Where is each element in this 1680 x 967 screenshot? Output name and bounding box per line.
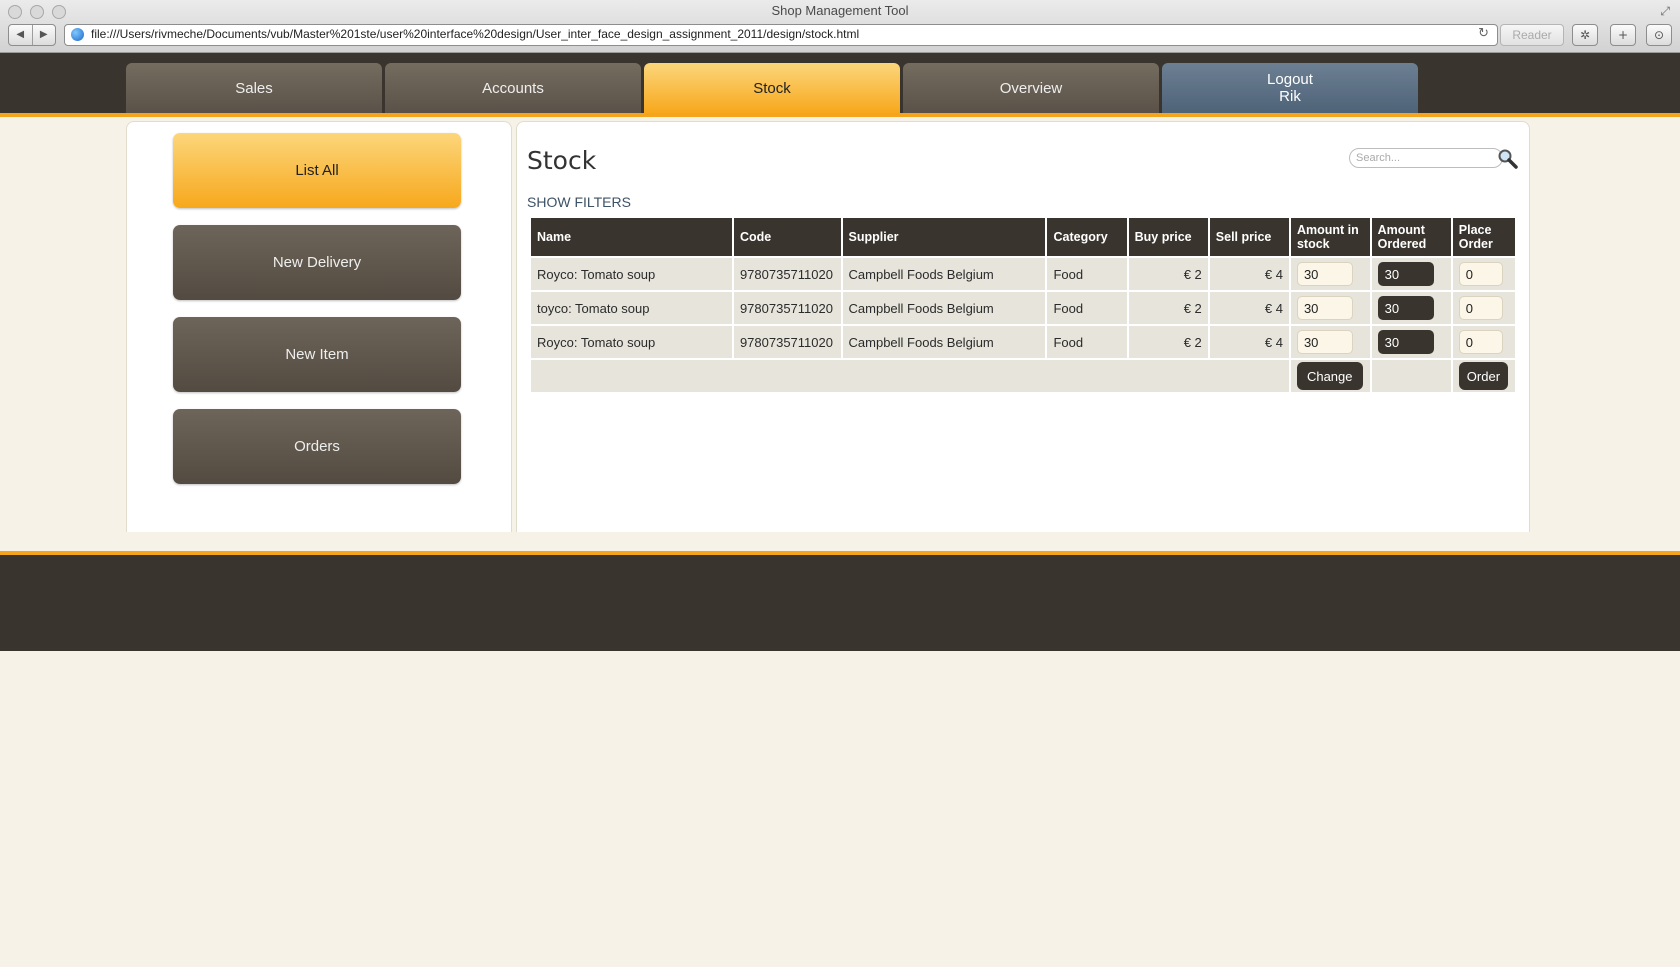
footer-bar (0, 551, 1680, 651)
show-filters-link[interactable]: SHOW FILTERS (527, 194, 631, 210)
col-place-order-line2: Order (1458, 237, 1493, 251)
place-order-input[interactable] (1458, 296, 1503, 320)
downloads-icon[interactable]: ⊙ (1646, 24, 1672, 46)
browser-toolbar: Shop Management Tool ⤢ ◀ ▶ file:///Users… (0, 0, 1680, 53)
col-place-order-line1: Place (1458, 223, 1492, 237)
main-nav-bar: Sales Accounts Stock Overview Logout Rik (0, 53, 1680, 117)
stock-table: Name Code Supplier Category Buy price Se… (529, 216, 1517, 394)
place-order-input[interactable] (1458, 262, 1503, 286)
cell-category: Food (1047, 326, 1127, 358)
cell-code: 9780735711020 (733, 326, 841, 358)
cell-sell-price: € 4 (1209, 326, 1289, 358)
cell-buy-price: € 2 (1128, 326, 1208, 358)
col-amount-ordered-line2: Ordered (1377, 237, 1427, 251)
window-title: Shop Management Tool (771, 3, 909, 18)
cell-order: Order (1452, 360, 1515, 392)
cell-stock (1290, 258, 1370, 290)
amount-ordered-input[interactable] (1377, 330, 1434, 354)
amount-in-stock-input[interactable] (1296, 296, 1353, 320)
cell-buy-price: € 2 (1128, 292, 1208, 324)
tab-overview[interactable]: Overview (903, 63, 1159, 113)
url-text: file:///Users/rivmeche/Documents/vub/Mas… (91, 27, 860, 41)
table-row: Royco: Tomato soup 9780735711020 Campbel… (531, 258, 1515, 290)
user-name: Rik (1279, 88, 1301, 105)
col-amount-ordered-line1: Amount (1377, 223, 1425, 237)
logout-label: Logout (1267, 71, 1313, 88)
cell-place-order (1452, 258, 1515, 290)
col-amount-ordered[interactable]: Amount Ordered (1371, 218, 1451, 256)
amount-in-stock-input[interactable] (1296, 262, 1353, 286)
cell-name: Royco: Tomato soup (531, 326, 732, 358)
cell-stock (1290, 326, 1370, 358)
tab-stock[interactable]: Stock (644, 63, 900, 113)
history-nav: ◀ ▶ (8, 24, 56, 46)
col-amount-in-stock-line1: Amount in (1296, 223, 1359, 237)
cell-ordered (1371, 292, 1451, 324)
back-arrow-icon[interactable]: ◀ (9, 25, 33, 45)
cell-name: Royco: Tomato soup (531, 258, 732, 290)
cell-supplier: Campbell Foods Belgium (842, 292, 1046, 324)
cell-ordered (1371, 326, 1451, 358)
logout-tab[interactable]: Logout Rik (1162, 63, 1418, 113)
reload-icon[interactable]: ↻ (1478, 26, 1489, 41)
amount-ordered-input[interactable] (1377, 262, 1434, 286)
col-amount-in-stock[interactable]: Amount in stock (1290, 218, 1370, 256)
extension-icon[interactable]: ✲ (1572, 24, 1598, 46)
cell-category: Food (1047, 258, 1127, 290)
table-header-row: Name Code Supplier Category Buy price Se… (531, 218, 1515, 256)
fullscreen-icon[interactable]: ⤢ (1660, 4, 1670, 19)
cell-empty (1371, 360, 1451, 392)
address-bar[interactable]: file:///Users/rivmeche/Documents/vub/Mas… (64, 24, 1498, 46)
cell-place-order (1452, 326, 1515, 358)
globe-icon (71, 28, 84, 41)
cell-code: 9780735711020 (733, 292, 841, 324)
cell-buy-price: € 2 (1128, 258, 1208, 290)
cell-name: toyco: Tomato soup (531, 292, 732, 324)
tab-sales[interactable]: Sales (126, 63, 382, 113)
page-title: Stock (527, 146, 597, 175)
new-item-button[interactable]: New Item (173, 317, 461, 392)
cell-supplier: Campbell Foods Belgium (842, 326, 1046, 358)
list-all-button[interactable]: List All (173, 133, 461, 208)
new-tab-plus-icon[interactable]: + (1610, 24, 1636, 46)
sidebar-panel: List All New Delivery New Item Orders (126, 121, 512, 532)
table-actions-row: Change Order (531, 360, 1515, 392)
orders-button[interactable]: Orders (173, 409, 461, 484)
order-button[interactable]: Order (1458, 362, 1509, 390)
cell-change: Change (1290, 360, 1370, 392)
search-input[interactable] (1349, 148, 1503, 168)
col-category[interactable]: Category (1047, 218, 1127, 256)
cell-ordered (1371, 258, 1451, 290)
col-buy-price[interactable]: Buy price (1128, 218, 1208, 256)
tab-accounts[interactable]: Accounts (385, 63, 641, 113)
table-row: toyco: Tomato soup 9780735711020 Campbel… (531, 292, 1515, 324)
search-icon[interactable] (1497, 148, 1519, 170)
cell-place-order (1452, 292, 1515, 324)
cell-sell-price: € 4 (1209, 258, 1289, 290)
cell-code: 9780735711020 (733, 258, 841, 290)
col-place-order[interactable]: Place Order (1452, 218, 1515, 256)
forward-arrow-icon[interactable]: ▶ (33, 25, 56, 45)
col-sell-price[interactable]: Sell price (1209, 218, 1289, 256)
cell-stock (1290, 292, 1370, 324)
new-delivery-button[interactable]: New Delivery (173, 225, 461, 300)
col-supplier[interactable]: Supplier (842, 218, 1046, 256)
table-row: Royco: Tomato soup 9780735711020 Campbel… (531, 326, 1515, 358)
change-button[interactable]: Change (1296, 362, 1363, 390)
reader-button[interactable]: Reader (1500, 24, 1564, 46)
cell-category: Food (1047, 292, 1127, 324)
amount-in-stock-input[interactable] (1296, 330, 1353, 354)
amount-ordered-input[interactable] (1377, 296, 1434, 320)
cell-supplier: Campbell Foods Belgium (842, 258, 1046, 290)
cell-sell-price: € 4 (1209, 292, 1289, 324)
actions-spacer (531, 360, 1289, 392)
place-order-input[interactable] (1458, 330, 1503, 354)
col-code[interactable]: Code (733, 218, 841, 256)
col-name[interactable]: Name (531, 218, 732, 256)
col-amount-in-stock-line2: stock (1296, 237, 1330, 251)
main-panel: Stock SHOW FILTERS Name Code Supplier Ca… (516, 121, 1530, 532)
